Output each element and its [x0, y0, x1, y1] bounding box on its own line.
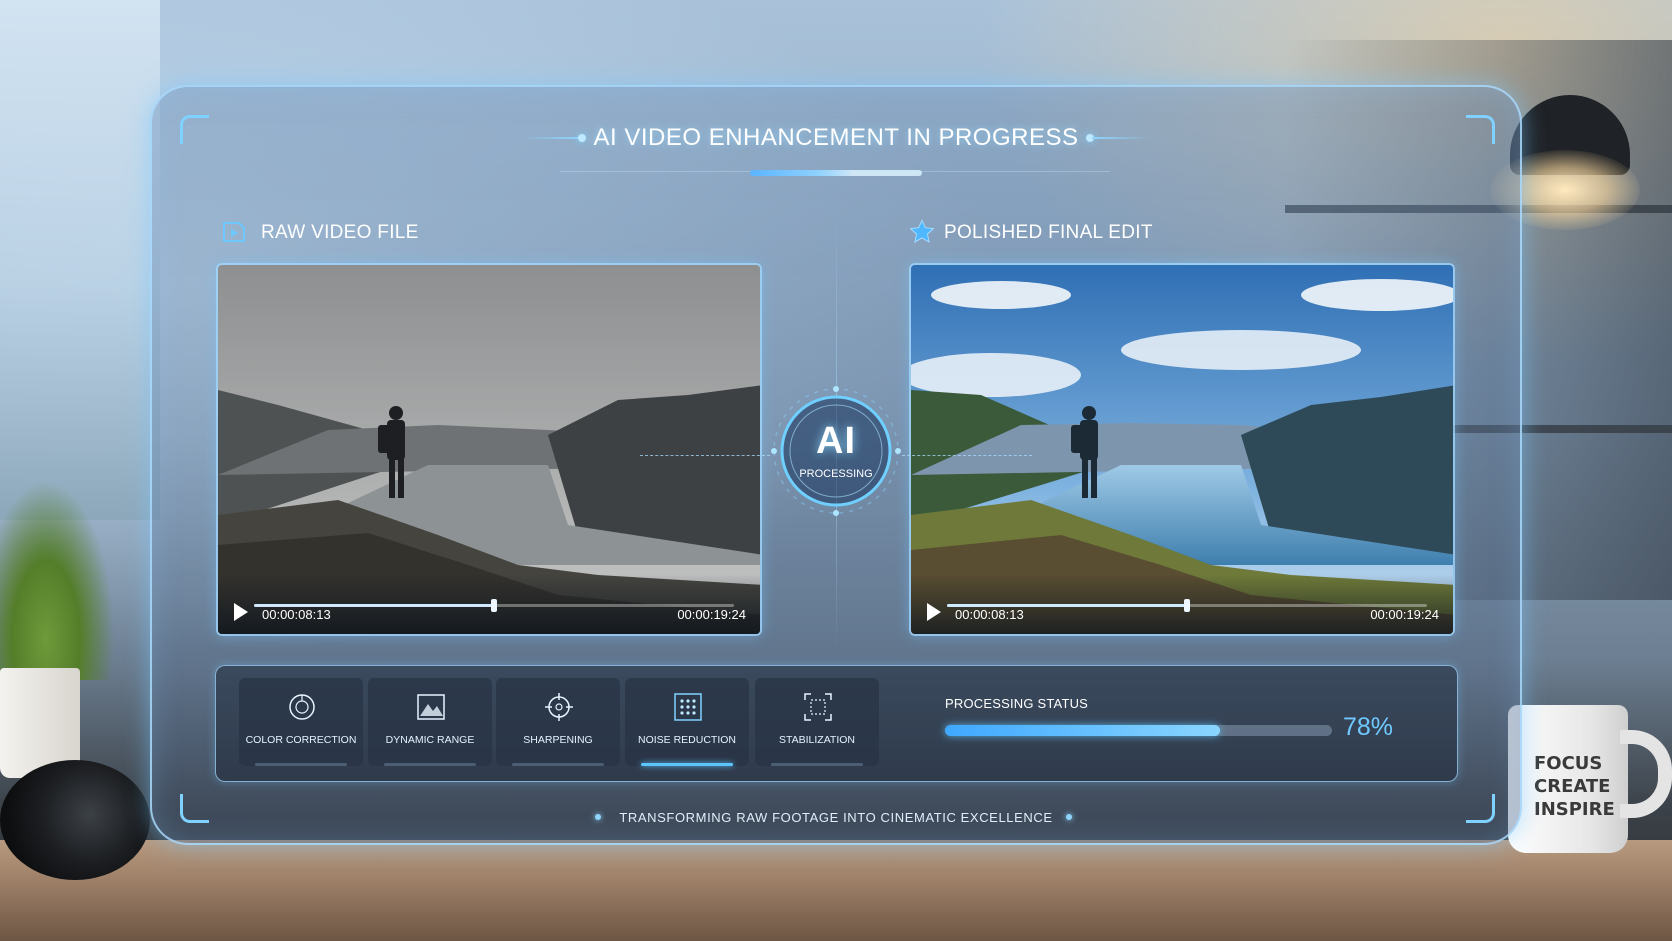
ai-core-subtitle: PROCESSING	[799, 468, 873, 480]
raw-video-player[interactable]: 00:00:08:13 00:00:19:24	[216, 263, 762, 636]
footer-tagline: TRANSFORMING RAW FOOTAGE INTO CINEMATIC …	[619, 810, 1053, 825]
processing-percent: 78%	[1343, 713, 1394, 741]
tool-label: DYNAMIC RANGE	[385, 734, 475, 746]
raw-current-time: 00:00:08:13	[262, 607, 331, 622]
tool-label: SHARPENING	[523, 734, 593, 746]
tool-label: NOISE REDUCTION	[637, 734, 736, 746]
page-title: AI VIDEO ENHANCEMENT IN PROGRESS	[593, 124, 1079, 151]
processing-status-label: PROCESSING STATUS	[945, 696, 1089, 711]
raw-duration: 00:00:19:24	[677, 607, 746, 622]
tool-indicator-active	[641, 763, 733, 766]
mountain-icon	[417, 694, 445, 720]
final-edit-label: POLISHED FINAL EDIT	[944, 222, 1153, 243]
color-wheel-icon	[289, 694, 315, 720]
final-duration: 00:00:19:24	[1370, 607, 1439, 622]
tool-stabilization[interactable]: STABILIZATION	[755, 678, 879, 766]
stabilize-frame-icon	[804, 693, 832, 721]
final-video-player[interactable]: 00:00:08:13 00:00:19:24	[909, 263, 1455, 636]
tool-label: COLOR CORRECTION	[245, 734, 357, 746]
processing-progress-bar	[945, 725, 1332, 736]
ai-connector-right	[902, 455, 1032, 457]
tool-indicator	[255, 763, 347, 766]
video-file-icon	[223, 222, 245, 242]
raw-video-controls: 00:00:08:13 00:00:19:24	[218, 574, 760, 634]
raw-play-button[interactable]	[234, 603, 248, 621]
tool-label: STABILIZATION	[778, 734, 856, 746]
star-icon	[909, 219, 935, 243]
footer-decor-dot	[1066, 814, 1072, 820]
tool-color-correction[interactable]: COLOR CORRECTION	[239, 678, 363, 766]
mug-text-line: FOCUS	[1534, 753, 1603, 774]
title-progress-accent	[750, 170, 922, 176]
tool-indicator	[384, 763, 476, 766]
ai-connector-left	[640, 455, 770, 457]
tool-sharpening[interactable]: SHARPENING	[496, 678, 620, 766]
plant	[0, 480, 115, 680]
tool-indicator	[512, 763, 604, 766]
final-video-controls: 00:00:08:13 00:00:19:24	[911, 574, 1453, 634]
raw-video-label: RAW VIDEO FILE	[261, 222, 419, 243]
ai-core-title: AI	[816, 420, 856, 462]
desk-surface	[0, 840, 1672, 941]
mug-text-line: CREATE	[1534, 776, 1611, 797]
noise-grid-icon	[674, 693, 702, 721]
final-play-button[interactable]	[927, 603, 941, 621]
final-current-time: 00:00:08:13	[955, 607, 1024, 622]
final-seek-handle[interactable]	[1184, 599, 1190, 612]
processing-progress-fill	[945, 725, 1220, 736]
raw-seek-handle[interactable]	[491, 599, 497, 612]
tool-indicator	[771, 763, 863, 766]
mug-handle	[1620, 730, 1672, 818]
tool-dynamic-range[interactable]: DYNAMIC RANGE	[368, 678, 492, 766]
background-window	[0, 0, 160, 520]
crosshair-icon	[545, 693, 573, 721]
tool-noise-reduction[interactable]: NOISE REDUCTION	[625, 678, 749, 766]
